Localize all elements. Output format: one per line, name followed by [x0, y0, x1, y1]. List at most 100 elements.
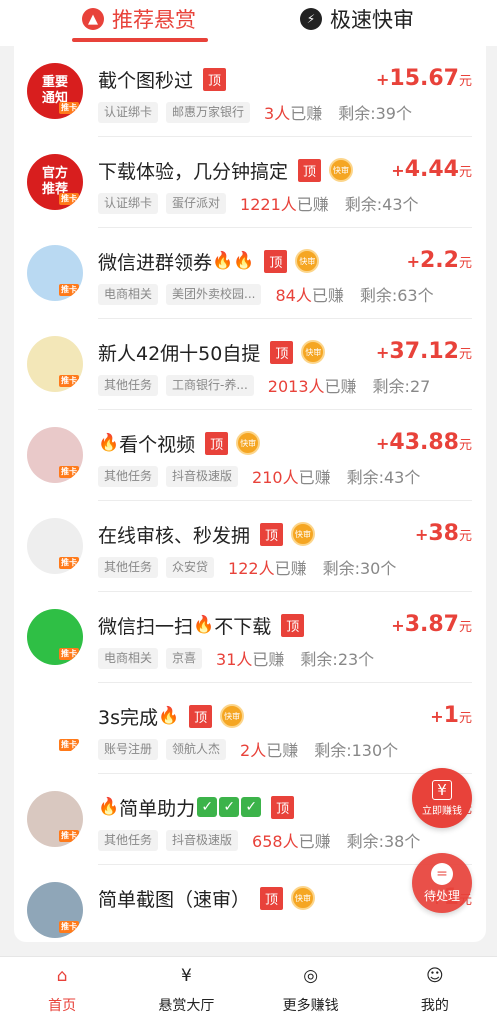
task-row[interactable]: 推卡 🔥 看个视频顶快审 +43.88元 其他任务 抖音极速版 210人 已赚 剩余:43个: [14, 410, 486, 501]
project-chip: 领航人杰: [166, 738, 227, 760]
task-avatar: 推卡: [27, 700, 83, 756]
nav-label: 我的: [420, 998, 449, 1014]
task-avatar: 推卡: [27, 791, 83, 847]
task-title-tail: 不下载: [214, 615, 272, 638]
task-reward: +37.12元: [376, 339, 472, 364]
fast-review-badge: 快审: [295, 249, 320, 273]
reward-value: 43.88: [389, 430, 459, 455]
nav-bounty-hall[interactable]: ¥ 悬赏大厅: [124, 957, 248, 1024]
task-row[interactable]: 推卡 微信扫一扫 🔥 不下载顶 +3.87元 电商相关 京喜 31人 已赚 剩余:23个: [14, 592, 486, 683]
reward-plus: +: [391, 161, 405, 180]
avatar-tag: 推卡: [59, 739, 79, 751]
project-chip: 众安贷: [166, 556, 215, 578]
task-row[interactable]: 重要 通知 推卡 截个图秒过顶 +15.67元 认证绑卡 邮惠万家银行 3人 已赚 剩余:39个: [14, 46, 486, 137]
nav-label: 悬赏大厅: [158, 998, 215, 1014]
pending-button[interactable]: = 待处理: [412, 853, 472, 913]
nav-label: 首页: [48, 998, 77, 1014]
task-reward: +1元: [430, 703, 472, 728]
earned-count: 2人: [240, 741, 267, 760]
avatar-tag: 推卡: [59, 921, 79, 933]
task-reward: +4.44元: [391, 157, 472, 182]
task-avatar: 推卡: [27, 427, 83, 483]
task-meta: 其他任务 工商银行-养... 2013人 已赚 剩余:27: [98, 374, 430, 396]
fire-icon: 🔥🔥: [212, 251, 255, 271]
fire-icon: 🔥: [193, 615, 215, 635]
fast-review-badge: 快审: [301, 340, 326, 364]
task-meta: 电商相关 美团外卖校园... 84人 已赚 剩余:63个: [98, 283, 434, 305]
nav-mine[interactable]: ☺ 我的: [373, 957, 497, 1024]
task-title: 简单助力: [119, 797, 196, 820]
fire-icon: 🔥: [98, 433, 120, 453]
task-row[interactable]: 官方 推荐 推卡 下载体验，几分钟搞定顶快审 +4.44元 认证绑卡 蛋仔派对 1221人已…: [14, 137, 486, 228]
tab-label: 极速快审: [330, 8, 414, 32]
earned-suffix: 已赚: [311, 286, 344, 305]
top-badge: 顶: [260, 522, 284, 546]
task-title: 微信进群领券: [98, 251, 213, 274]
bottom-nav: ⌂ 首页 ¥ 悬赏大厅 ◎ 更多赚钱 ☺ 我的: [0, 956, 497, 1024]
tab-label: 推荐悬赏: [112, 8, 196, 32]
task-row[interactable]: 推卡 3s完成 🔥 顶快审 +1元 账号注册 领航人杰 2人 已赚 剩余:130个: [14, 683, 486, 774]
earned-suffix: 已赚: [296, 195, 329, 214]
task-title: 看个视频: [119, 433, 196, 456]
earned-suffix: 已赚: [290, 104, 323, 123]
active-tab-indicator: [72, 38, 208, 42]
task-title: 新人42佣十50自提: [98, 342, 261, 365]
earned-count: 31人: [216, 650, 253, 669]
remaining-count: 剩余:27: [372, 377, 431, 396]
task-meta: 其他任务 抖音极速版 658人 已赚 剩余:38个: [98, 829, 420, 851]
task-title: 截个图秒过: [98, 69, 194, 92]
category-chip: 认证绑卡: [98, 101, 159, 123]
task-row[interactable]: 推卡 在线审核、秒发拥顶快审 +38元 其他任务 众安贷 122人 已赚 剩余:30个: [14, 501, 486, 592]
task-meta: 认证绑卡 邮惠万家银行 3人 已赚 剩余:39个: [98, 101, 412, 123]
reward-value: 15.67: [389, 66, 459, 91]
reward-unit: 元: [458, 438, 472, 453]
remaining-count: 剩余:30个: [322, 559, 397, 578]
category-chip: 其他任务: [98, 829, 159, 851]
tab-recommended[interactable]: ▲ 推荐悬赏: [82, 4, 196, 34]
project-chip: 京喜: [166, 647, 203, 669]
fast-review-badge: 快审: [236, 431, 261, 455]
reward-plus: +: [414, 525, 429, 544]
yen-icon: ¥: [432, 779, 452, 800]
earned-suffix: 已赚: [324, 377, 357, 396]
yen-icon: ¥: [180, 966, 192, 986]
avatar-tag: 推卡: [59, 193, 79, 205]
earned-count: 658人: [252, 832, 299, 851]
tab-fast-review[interactable]: ⚡ 极速快审: [300, 4, 414, 34]
task-meta: 电商相关 京喜 31人 已赚 剩余:23个: [98, 647, 374, 669]
category-chip: 其他任务: [98, 556, 159, 578]
top-badge: 顶: [189, 704, 213, 728]
task-title: 简单截图（速审）: [98, 888, 251, 911]
earn-now-button[interactable]: ¥ 立即赚钱: [412, 768, 472, 828]
nav-label: 更多赚钱: [282, 998, 339, 1014]
task-title: 在线审核、秒发拥: [98, 524, 251, 547]
task-row[interactable]: 推卡 微信进群领券 🔥🔥 顶快审 +2.2元 电商相关 美团外卖校园... 84人 已赚 剩余:6…: [14, 228, 486, 319]
reward-value: 3.87: [404, 612, 459, 637]
reward-unit: 元: [458, 620, 472, 635]
top-badge: 顶: [271, 795, 295, 819]
earn-now-label: 立即赚钱: [422, 805, 462, 817]
remaining-count: 剩余:43个: [344, 195, 419, 214]
nav-home[interactable]: ⌂ 首页: [0, 957, 124, 1024]
nav-more-earn[interactable]: ◎ 更多赚钱: [249, 957, 373, 1024]
avatar-tag: 推卡: [59, 375, 79, 387]
remaining-count: 剩余:130个: [314, 741, 399, 760]
avatar-tag: 推卡: [59, 557, 79, 569]
task-row[interactable]: 推卡 新人42佣十50自提顶快审 +37.12元其他任务 工商银行-养... 2013人…: [14, 319, 486, 410]
task-reward: +43.88元: [376, 430, 472, 455]
reward-plus: +: [375, 343, 390, 362]
task-meta: 账号注册 领航人杰 2人 已赚 剩余:130个: [98, 738, 398, 760]
avatar-tag: 推卡: [59, 830, 79, 842]
fast-review-badge: 快审: [329, 158, 354, 182]
remaining-count: 剩余:43个: [346, 468, 421, 487]
reward-plus: +: [375, 434, 390, 453]
task-reward: +15.67元: [376, 66, 472, 91]
pending-icon: =: [431, 862, 453, 885]
task-title-wrap: 简单截图（速审） 顶快审: [98, 883, 316, 913]
check-icon: ✓: [241, 797, 262, 817]
category-chip: 其他任务: [98, 465, 159, 487]
task-title-wrap: 新人42佣十50自提顶快审: [98, 337, 326, 367]
task-meta: 其他任务 众安贷 122人 已赚 剩余:30个: [98, 556, 396, 578]
top-badge: 顶: [281, 613, 305, 637]
task-avatar: 推卡: [27, 336, 83, 392]
